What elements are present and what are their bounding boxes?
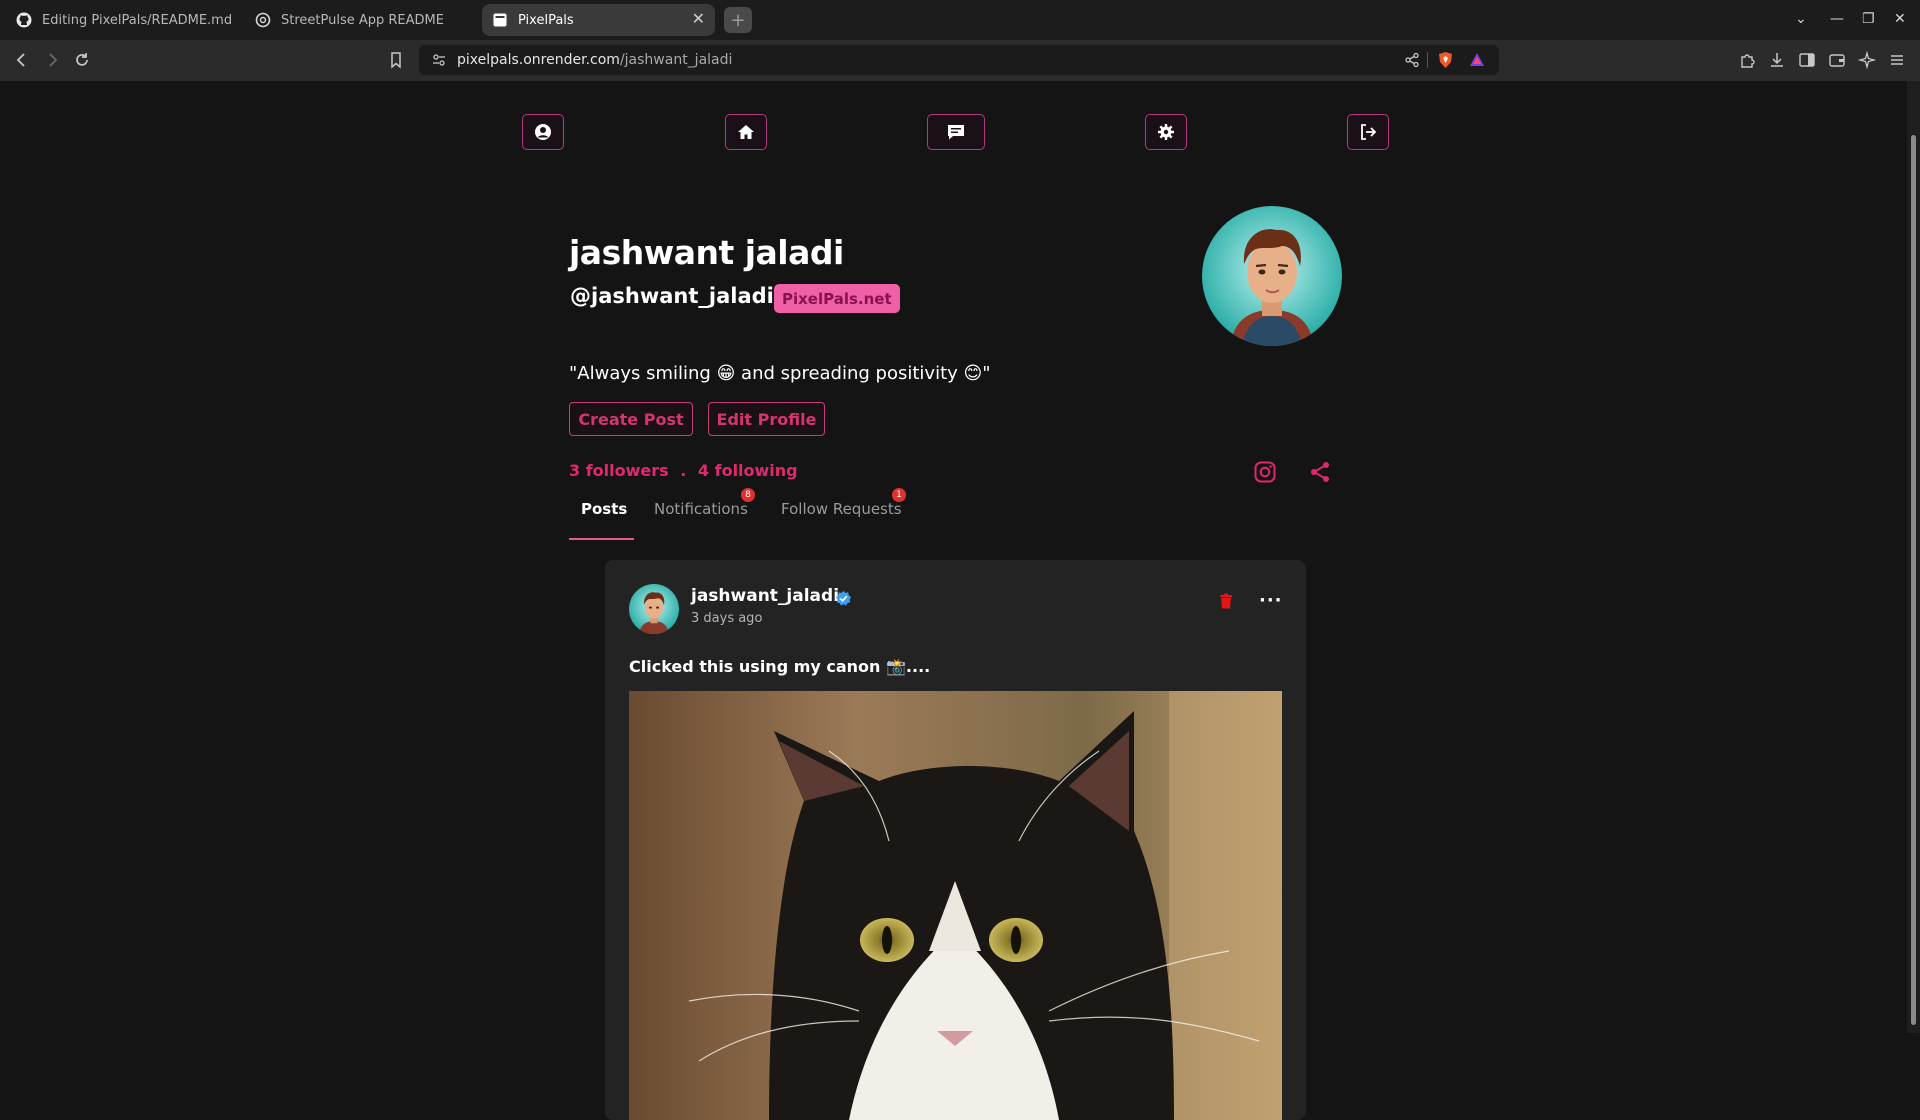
new-tab-label: + (730, 9, 746, 31)
tab-notifications-label: Notifications (654, 500, 748, 518)
url-path: /jashwant_jaladi (619, 52, 733, 68)
verified-icon (835, 590, 852, 606)
download-icon[interactable] (1768, 51, 1786, 69)
forward-icon[interactable] (43, 51, 61, 69)
github-icon (16, 12, 32, 28)
url-host: pixelpals.onrender.com (457, 52, 620, 68)
post-author-name[interactable]: jashwant_jaladi (691, 586, 839, 606)
brave-shields-icon[interactable] (1437, 51, 1454, 69)
logout-icon (1361, 124, 1377, 140)
restore-icon[interactable]: ❐ (1862, 10, 1875, 28)
url-divider (1427, 52, 1428, 68)
profile-name: jashwant jaladi (569, 233, 844, 272)
edit-profile-button[interactable]: Edit Profile (708, 402, 825, 436)
post-more-options-icon[interactable]: ··· (1259, 590, 1283, 611)
share-url-icon[interactable] (1404, 52, 1420, 68)
notifications-count-badge: 8 (741, 488, 755, 502)
create-post-button[interactable]: Create Post (569, 402, 693, 436)
post-caption: Clicked this using my canon 📸.... (629, 657, 931, 676)
profile-avatar[interactable] (1202, 206, 1342, 346)
close-tab-icon[interactable]: ✕ (692, 11, 705, 27)
avatar-illustration (1202, 206, 1342, 346)
url-text: pixelpals.onrender.com/jashwant_jaladi (457, 52, 732, 68)
site-info-icon[interactable] (431, 52, 447, 68)
follow-stats: 3 followers . 4 following (569, 461, 798, 480)
share-icon[interactable] (1308, 460, 1332, 484)
chat-icon (948, 125, 964, 140)
browser-tab-title: StreetPulse App README (281, 12, 444, 28)
browser-tab-title: PixelPals (518, 12, 574, 28)
profile-handle: @jashwant_jaladi (570, 284, 774, 308)
menu-icon[interactable] (1888, 51, 1906, 69)
followers-link[interactable]: 3 followers (569, 461, 669, 480)
new-tab-button[interactable]: + (724, 7, 752, 33)
profile-icon (535, 124, 551, 140)
profile-bio: "Always smiling 😁 and spreading positivi… (569, 363, 991, 384)
nav-profile-button[interactable] (522, 114, 564, 150)
address-bar[interactable]: pixelpals.onrender.com/jashwant_jaladi (419, 45, 1499, 75)
browser-tab-streetpulse[interactable]: StreetPulse App README (245, 4, 473, 36)
tab-list-chevron-icon[interactable]: ⌄ (1795, 10, 1807, 28)
nav-logout-button[interactable] (1347, 114, 1389, 150)
nav-home-button[interactable] (725, 114, 767, 150)
back-icon[interactable] (13, 51, 31, 69)
extensions-icon[interactable] (1738, 51, 1756, 69)
browser-tab-pixelpals[interactable]: PixelPals ✕ (482, 4, 715, 36)
browser-tab-title: Editing PixelPals/README.md at (42, 12, 234, 28)
brave-rewards-icon[interactable] (1469, 52, 1485, 68)
post-author-avatar[interactable] (629, 584, 679, 634)
nav-settings-button[interactable] (1145, 114, 1187, 150)
post-image[interactable] (629, 691, 1282, 1120)
tab-posts[interactable]: Posts (581, 500, 627, 518)
reload-icon[interactable] (73, 51, 91, 69)
delete-post-icon[interactable] (1219, 593, 1233, 609)
stats-separator: . (680, 461, 687, 480)
avatar-illustration-small (629, 584, 679, 634)
chatgpt-icon (255, 12, 271, 28)
home-icon (738, 125, 754, 139)
follow-requests-count-badge: 1 (892, 488, 906, 502)
wallet-icon[interactable] (1828, 51, 1846, 69)
site-badge: PixelPals.net (774, 284, 900, 313)
cat-photo (629, 691, 1282, 1120)
window-close-icon[interactable]: ✕ (1894, 10, 1906, 28)
nav-chat-button[interactable] (927, 114, 985, 150)
browser-tab-bar: Editing PixelPals/README.md at StreetPul… (0, 0, 1920, 40)
minimize-icon[interactable]: — (1830, 10, 1844, 28)
bookmark-icon[interactable] (387, 51, 405, 69)
tab-follow-requests-label: Follow Requests (781, 500, 902, 518)
sidebar-icon[interactable] (1798, 51, 1816, 69)
browser-toolbar: pixelpals.onrender.com/jashwant_jaladi (0, 40, 1920, 81)
page-icon (493, 13, 507, 27)
following-link[interactable]: 4 following (698, 461, 798, 480)
leo-ai-icon[interactable] (1858, 51, 1876, 69)
browser-tab-github[interactable]: Editing PixelPals/README.md at (6, 4, 234, 36)
tab-notifications[interactable]: Notifications (654, 500, 748, 518)
active-tab-underline (569, 538, 634, 540)
settings-icon (1158, 124, 1174, 140)
tab-follow-requests[interactable]: Follow Requests (781, 500, 902, 518)
page-scrollbar-thumb[interactable] (1911, 135, 1916, 1025)
post-timestamp: 3 days ago (691, 611, 763, 626)
tab-posts-label: Posts (581, 500, 628, 518)
instagram-icon[interactable] (1253, 460, 1277, 484)
post-card: jashwant_jaladi 3 days ago ··· Clicked t… (605, 560, 1306, 1120)
page-content: jashwant jaladi @jashwant_jaladi PixelPa… (0, 81, 1907, 1120)
